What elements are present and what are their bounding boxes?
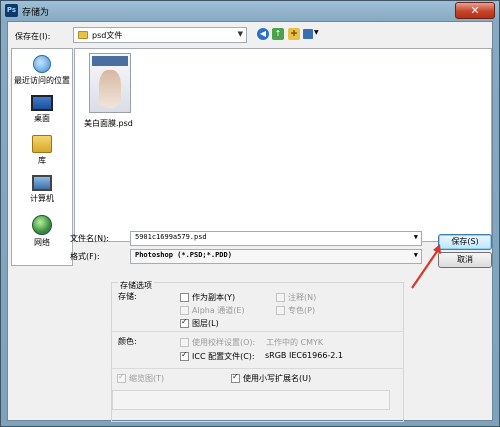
- dialog-title: 存储为: [22, 8, 50, 18]
- thumbnail-label: 缩览图(T): [129, 374, 165, 383]
- layers-label: 图层(L): [192, 319, 219, 328]
- as-copy-label: 作为副本(Y): [192, 293, 236, 302]
- save-options-title: 存储选项: [118, 280, 154, 291]
- lowercase-ext-label: 使用小写扩展名(U): [243, 374, 312, 383]
- alpha-checkbox[interactable]: [180, 306, 189, 315]
- icc-label: ICC 配置文件(C):: [192, 352, 255, 361]
- color-label: 颜色:: [118, 337, 137, 346]
- proof-label: 使用校样设置(O):: [192, 338, 256, 347]
- photoshop-app-icon: Ps: [5, 4, 18, 17]
- alpha-label: Alpha 通道(E): [192, 306, 245, 315]
- layers-checkbox[interactable]: [180, 317, 189, 328]
- spot-label: 专色(P): [288, 306, 316, 315]
- proof-checkbox[interactable]: [180, 338, 189, 347]
- info-field: [112, 390, 390, 410]
- storage-label: 存储:: [118, 292, 137, 301]
- baidu-watermark: [377, 389, 493, 419]
- notes-label: 注释(N): [288, 293, 317, 302]
- title-bar[interactable]: Ps 存储为 ✕: [1, 1, 499, 21]
- divider: [111, 368, 404, 369]
- spot-checkbox[interactable]: [276, 306, 285, 315]
- icc-checkbox[interactable]: [180, 350, 189, 361]
- divider: [111, 331, 404, 332]
- save-as-dialog: Ps 存储为 ✕ 保存在(I): psd文件 ▼ ◀ ↑ ✚ ▼ 最近访问的位置…: [0, 0, 500, 427]
- lowercase-ext-checkbox[interactable]: [231, 372, 240, 383]
- thumbnail-checkbox[interactable]: [117, 372, 126, 383]
- as-copy-checkbox[interactable]: [180, 293, 189, 302]
- close-button[interactable]: ✕: [455, 2, 495, 19]
- notes-checkbox[interactable]: [276, 293, 285, 302]
- icc-value: sRGB IEC61966-2.1: [265, 351, 344, 360]
- dialog-body: 保存在(I): psd文件 ▼ ◀ ↑ ✚ ▼ 最近访问的位置 桌面 库 计算机…: [7, 21, 493, 422]
- proof-value: 工作中的 CMYK: [266, 338, 324, 347]
